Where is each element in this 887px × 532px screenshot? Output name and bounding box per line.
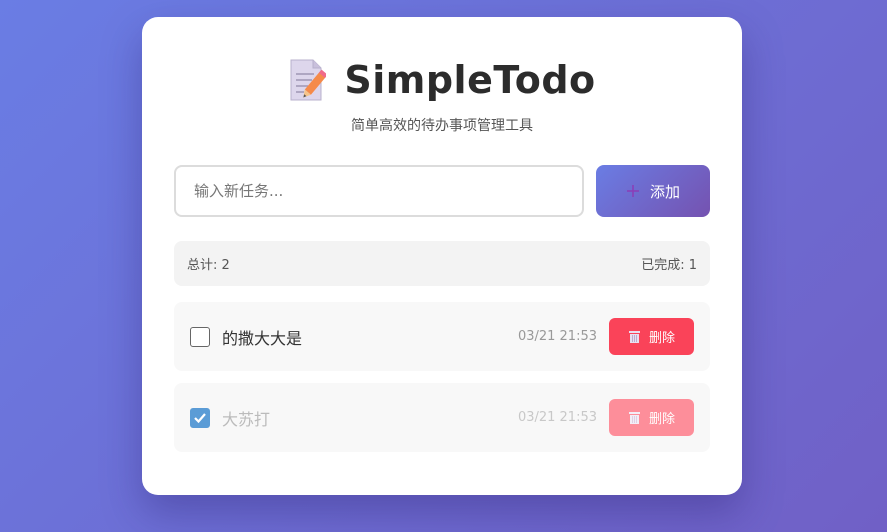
completed-count: 已完成: 1 bbox=[641, 258, 697, 273]
todo-list: 的撒大大是 03/21 21:53 删除 大苏打 03/21 21:53 删除 bbox=[174, 302, 710, 452]
delete-button-label: 删除 bbox=[648, 331, 675, 346]
app-subtitle: 简单高效的待办事项管理工具 bbox=[351, 118, 533, 134]
plus-icon bbox=[626, 185, 639, 197]
delete-button[interactable]: 删除 bbox=[609, 318, 694, 355]
delete-button-label: 删除 bbox=[648, 412, 675, 427]
checkmark-icon bbox=[194, 412, 206, 423]
todo-checkbox[interactable] bbox=[190, 407, 210, 428]
todo-timestamp: 03/21 21:53 bbox=[517, 329, 597, 344]
trash-icon bbox=[628, 330, 640, 343]
delete-button[interactable]: 删除 bbox=[609, 399, 694, 436]
todo-timestamp: 03/21 21:53 bbox=[517, 410, 597, 425]
todo-card: SimpleTodo 简单高效的待办事项管理工具 添加 总计: 2 已完成: 1… bbox=[142, 17, 742, 495]
new-task-input[interactable] bbox=[174, 165, 584, 217]
todo-text: 的撒大大是 bbox=[222, 328, 303, 348]
todo-item: 大苏打 03/21 21:53 删除 bbox=[174, 383, 710, 452]
total-count: 总计: 2 bbox=[187, 258, 230, 273]
app-header: SimpleTodo bbox=[174, 55, 710, 105]
trash-icon bbox=[628, 411, 640, 424]
memo-pencil-icon bbox=[290, 59, 327, 101]
add-button-label: 添加 bbox=[649, 182, 680, 201]
todo-checkbox[interactable] bbox=[190, 326, 210, 347]
stats-bar: 总计: 2 已完成: 1 bbox=[174, 241, 710, 286]
app-title: SimpleTodo bbox=[344, 58, 596, 102]
add-task-row: 添加 bbox=[174, 165, 710, 217]
todo-text: 大苏打 bbox=[222, 409, 271, 429]
todo-item: 的撒大大是 03/21 21:53 删除 bbox=[174, 302, 710, 371]
add-button[interactable]: 添加 bbox=[596, 165, 710, 217]
